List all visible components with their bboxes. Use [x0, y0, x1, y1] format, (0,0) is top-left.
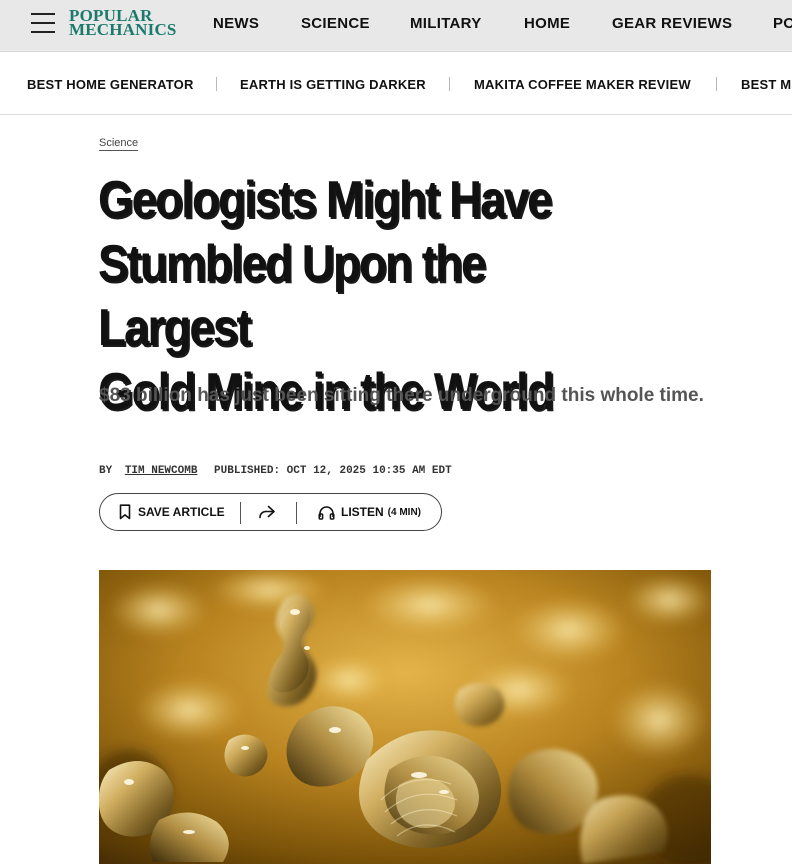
- nav-item-home[interactable]: HOME: [524, 15, 570, 32]
- save-article-label: SAVE ARTICLE: [138, 505, 225, 519]
- action-divider: [296, 502, 297, 524]
- trending-divider: [716, 77, 717, 91]
- nav-item-military[interactable]: MILITARY: [410, 15, 482, 32]
- nav-item-science[interactable]: SCIENCE: [301, 15, 370, 32]
- nav-item-news[interactable]: NEWS: [213, 15, 259, 32]
- save-article-button[interactable]: SAVE ARTICLE: [119, 494, 225, 530]
- trending-link-best-home-generator[interactable]: BEST HOME GENERATOR: [27, 77, 194, 92]
- listen-label: LISTEN: [341, 505, 384, 519]
- headline-line: Geologists Might Have: [98, 171, 553, 229]
- hamburger-menu-icon[interactable]: [31, 13, 55, 34]
- action-divider: [240, 502, 241, 524]
- share-arrow-icon: [258, 504, 276, 520]
- trending-divider: [216, 77, 217, 91]
- headline-line: Stumbled Upon the Largest: [98, 235, 486, 357]
- top-navigation-bar: POPULAR MECHANICS NEWS SCIENCE MILITARY …: [0, 0, 792, 52]
- bookmark-icon: [119, 504, 131, 520]
- trending-divider: [449, 77, 450, 91]
- listen-button[interactable]: LISTEN (4 MIN): [318, 494, 421, 530]
- byline: BY TIM NEWCOMB PUBLISHED: OCT 12, 2025 1…: [99, 465, 452, 477]
- share-button[interactable]: [258, 494, 276, 530]
- headphones-icon: [318, 505, 335, 520]
- article-dek: $83 billion has just been sitting there …: [99, 385, 704, 406]
- logo-line-2: MECHANICS: [69, 20, 177, 39]
- listen-duration: (4 MIN): [387, 506, 422, 518]
- hero-image-gold-nuggets: [99, 570, 711, 864]
- nav-item-gear-reviews[interactable]: GEAR REVIEWS: [612, 15, 732, 32]
- byline-prefix: BY: [99, 465, 113, 477]
- author-link[interactable]: TIM NEWCOMB: [125, 465, 198, 477]
- site-logo[interactable]: POPULAR MECHANICS: [69, 7, 189, 39]
- article-action-bar: SAVE ARTICLE LISTEN (4 MIN): [99, 493, 442, 531]
- trending-link-earth-darker[interactable]: EARTH IS GETTING DARKER: [240, 77, 426, 92]
- published-date: PUBLISHED: OCT 12, 2025 10:35 AM EDT: [214, 465, 452, 477]
- trending-link-makita-review[interactable]: MAKITA COFFEE MAKER REVIEW: [474, 77, 691, 92]
- article-category-link[interactable]: Science: [99, 137, 139, 151]
- nav-item-truncated[interactable]: PO: [773, 15, 792, 32]
- trending-bar: BEST HOME GENERATOR EARTH IS GETTING DAR…: [0, 53, 792, 115]
- trending-link-truncated[interactable]: BEST M: [741, 77, 791, 92]
